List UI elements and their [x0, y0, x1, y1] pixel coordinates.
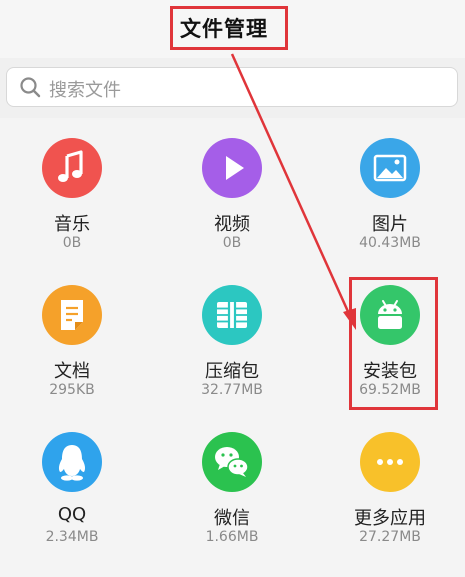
- music-note-icon: [58, 150, 83, 182]
- images-icon-circle: [360, 138, 420, 198]
- document-icon: [61, 300, 83, 330]
- category-qq[interactable]: QQ 2.34MB: [2, 432, 142, 577]
- search-icon: [20, 77, 41, 98]
- category-size: 32.77MB: [201, 382, 263, 398]
- play-icon: [226, 156, 244, 180]
- category-size: 295KB: [49, 382, 95, 398]
- category-name: 微信: [214, 508, 250, 529]
- qq-icon-circle: [42, 432, 102, 492]
- documents-icon-circle: [42, 285, 102, 345]
- more-apps-icon: [377, 459, 403, 465]
- search-placeholder: 搜索文件: [49, 80, 121, 101]
- more-apps-icon-circle: [360, 432, 420, 492]
- category-size: 40.43MB: [359, 235, 421, 251]
- category-name: QQ: [57, 504, 87, 525]
- image-icon: [373, 154, 407, 182]
- category-name: 更多应用: [354, 508, 426, 529]
- category-documents[interactable]: 文档 295KB: [2, 285, 142, 430]
- category-size: 1.66MB: [205, 529, 259, 545]
- category-name: 音乐: [54, 214, 90, 235]
- archive-icon: [217, 302, 247, 328]
- category-wechat[interactable]: 微信 1.66MB: [162, 432, 302, 577]
- category-archives[interactable]: 压缩包 32.77MB: [162, 285, 302, 430]
- category-more-apps[interactable]: 更多应用 27.27MB: [320, 432, 460, 577]
- title-bar: 文件管理: [0, 0, 465, 58]
- title-highlight-box: [170, 6, 288, 50]
- category-size: 2.34MB: [45, 529, 99, 545]
- category-music[interactable]: 音乐 0B: [2, 138, 142, 283]
- wechat-icon: [215, 447, 249, 477]
- archives-icon-circle: [202, 285, 262, 345]
- category-name: 图片: [372, 214, 408, 235]
- category-size: 27.27MB: [359, 529, 421, 545]
- wechat-icon-circle: [202, 432, 262, 492]
- search-input[interactable]: 搜索文件: [6, 67, 458, 107]
- category-video[interactable]: 视频 0B: [162, 138, 302, 283]
- category-size: 0B: [222, 235, 242, 251]
- category-images[interactable]: 图片 40.43MB: [320, 138, 460, 283]
- category-name: 视频: [214, 214, 250, 235]
- music-icon-circle: [42, 138, 102, 198]
- search-bar: 搜索文件: [0, 58, 465, 118]
- category-name: 文档: [54, 361, 90, 382]
- category-size: 0B: [62, 235, 82, 251]
- category-name: 压缩包: [205, 361, 259, 382]
- video-icon-circle: [202, 138, 262, 198]
- qq-penguin-icon: [58, 445, 86, 481]
- apk-highlight-box: [349, 277, 438, 410]
